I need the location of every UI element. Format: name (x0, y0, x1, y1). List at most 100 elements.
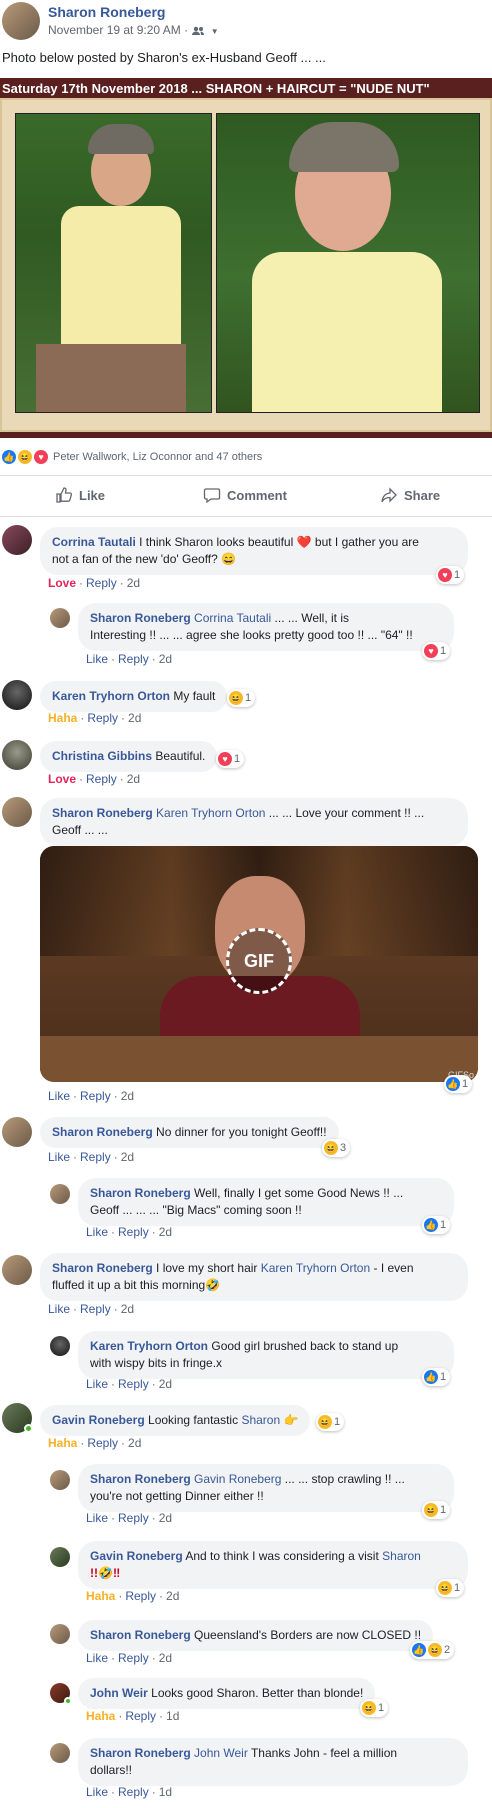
comment-time[interactable]: 2d (166, 1589, 179, 1603)
comment-time[interactable]: 2d (128, 1436, 141, 1450)
comment-author[interactable]: Sharon Roneberg (90, 1628, 191, 1642)
comment-author[interactable]: Karen Tryhorn Orton (52, 689, 170, 703)
reply-link[interactable]: Reply (80, 1089, 111, 1103)
comment-author[interactable]: John Weir (90, 1686, 148, 1700)
post-author[interactable]: Sharon Roneberg (48, 4, 165, 20)
like-link[interactable]: Like (86, 1225, 108, 1239)
like-link[interactable]: Like (48, 1150, 70, 1164)
comment-reaction-count[interactable]: ♥ 1 (422, 642, 451, 660)
like-link[interactable]: Like (86, 652, 108, 666)
reply-link[interactable]: Reply (118, 1225, 149, 1239)
comment-author[interactable]: Sharon Roneberg (90, 1186, 191, 1200)
comment-time[interactable]: 2d (159, 1511, 172, 1525)
comment-reaction-count[interactable]: 😆 1 (316, 1413, 345, 1431)
comment-reaction-count[interactable]: 😆 1 (436, 1579, 465, 1597)
comment-time[interactable]: 1d (166, 1709, 179, 1723)
haha-reaction-label[interactable]: Haha (48, 1436, 77, 1450)
reply-link[interactable]: Reply (125, 1589, 156, 1603)
comment-time[interactable]: 2d (159, 652, 172, 666)
comment-author[interactable]: Sharon Roneberg (90, 611, 191, 625)
comment-author[interactable]: Sharon Roneberg (52, 1261, 153, 1275)
like-link[interactable]: Like (48, 1302, 70, 1316)
comment-author[interactable]: Christina Gibbins (52, 749, 152, 763)
comment-reaction-count[interactable]: 👍 1 (444, 1075, 473, 1093)
comment-reaction-count[interactable]: 👍 😆 2 (410, 1641, 455, 1659)
comment-time[interactable]: 2d (127, 772, 140, 786)
share-button[interactable]: Share (380, 486, 440, 504)
avatar[interactable] (50, 1336, 70, 1356)
comment-time[interactable]: 2d (121, 1302, 134, 1316)
comment-reaction-count[interactable]: 😆 1 (227, 689, 256, 707)
mention-link[interactable]: Gavin Roneberg (194, 1472, 281, 1486)
avatar[interactable] (2, 2, 40, 40)
avatar[interactable] (2, 680, 32, 710)
comment-time[interactable]: 2d (121, 1089, 134, 1103)
mention-link[interactable]: Sharon (382, 1549, 421, 1563)
reactions-summary-text[interactable]: Peter Wallwork, Liz Oconnor and 47 other… (53, 451, 262, 463)
avatar[interactable] (2, 1117, 32, 1147)
avatar[interactable] (2, 1255, 32, 1285)
love-reaction-label[interactable]: Love (48, 576, 76, 590)
mention-link[interactable]: Karen Tryhorn Orton (261, 1261, 370, 1275)
haha-reaction-label[interactable]: Haha (86, 1709, 115, 1723)
avatar[interactable] (2, 740, 32, 770)
friends-icon[interactable] (191, 23, 210, 37)
reply-link[interactable]: Reply (86, 576, 117, 590)
reply-link[interactable]: Reply (80, 1302, 111, 1316)
comment-author[interactable]: Karen Tryhorn Orton (90, 1339, 208, 1353)
comment-reaction-count[interactable]: ♥ 1 (216, 750, 245, 768)
comment-time[interactable]: 2d (127, 576, 140, 590)
comment-author[interactable]: Corrina Tautali (52, 535, 136, 549)
reply-link[interactable]: Reply (118, 1377, 149, 1391)
chevron-down-icon[interactable]: ▼ (211, 27, 219, 36)
timestamp-text[interactable]: November 19 at 9:20 AM (48, 23, 181, 37)
comment-author[interactable]: Sharon Roneberg (90, 1472, 191, 1486)
reply-link[interactable]: Reply (86, 772, 117, 786)
like-button[interactable]: Like (55, 486, 105, 504)
love-reaction-label[interactable]: Love (48, 772, 76, 786)
haha-reaction-label[interactable]: Haha (86, 1589, 115, 1603)
mention-link[interactable]: Karen Tryhorn Orton (156, 806, 265, 820)
comment-reaction-count[interactable]: 👍 1 (422, 1216, 451, 1234)
comment-reaction-count[interactable]: 😆 1 (422, 1501, 451, 1519)
avatar[interactable] (50, 608, 70, 628)
gif-attachment[interactable]: GIF GIFSo (40, 846, 478, 1082)
avatar[interactable] (50, 1184, 70, 1204)
comment-author[interactable]: Sharon Roneberg (90, 1746, 191, 1760)
reply-link[interactable]: Reply (87, 1436, 118, 1450)
avatar[interactable] (50, 1743, 70, 1763)
avatar[interactable] (50, 1470, 70, 1490)
reply-link[interactable]: Reply (118, 1785, 149, 1799)
gif-badge[interactable]: GIF (226, 928, 292, 994)
post-image[interactable]: Saturday 17th November 2018 ... SHARON +… (0, 78, 492, 438)
comment-reaction-count[interactable]: 😆 1 (360, 1699, 389, 1717)
like-link[interactable]: Like (86, 1785, 108, 1799)
reply-link[interactable]: Reply (118, 652, 149, 666)
mention-link[interactable]: John Weir (194, 1746, 248, 1760)
like-link[interactable]: Like (86, 1651, 108, 1665)
comment-time[interactable]: 2d (159, 1225, 172, 1239)
comment-time[interactable]: 2d (128, 711, 141, 725)
like-link[interactable]: Like (86, 1377, 108, 1391)
comment-button[interactable]: Comment (203, 486, 287, 504)
like-link[interactable]: Like (86, 1511, 108, 1525)
comment-time[interactable]: 2d (159, 1651, 172, 1665)
comment-author[interactable]: Gavin Roneberg (90, 1549, 183, 1563)
reply-link[interactable]: Reply (118, 1511, 149, 1525)
comment-time[interactable]: 1d (159, 1785, 172, 1799)
reply-link[interactable]: Reply (125, 1709, 156, 1723)
post-timestamp[interactable]: November 19 at 9:20 AM · ▼ (48, 23, 219, 37)
comment-reaction-count[interactable]: 👍 1 (422, 1368, 451, 1386)
comment-reaction-count[interactable]: ♥ 1 (436, 566, 465, 584)
avatar[interactable] (50, 1547, 70, 1567)
avatar[interactable] (2, 797, 32, 827)
reply-link[interactable]: Reply (87, 711, 118, 725)
comment-author[interactable]: Sharon Roneberg (52, 1125, 153, 1139)
comment-author[interactable]: Sharon Roneberg (52, 806, 153, 820)
comment-author[interactable]: Gavin Roneberg (52, 1413, 145, 1427)
like-link[interactable]: Like (48, 1089, 70, 1103)
comment-time[interactable]: 2d (159, 1377, 172, 1391)
reply-link[interactable]: Reply (80, 1150, 111, 1164)
mention-link[interactable]: Corrina Tautali (194, 611, 271, 625)
haha-reaction-label[interactable]: Haha (48, 711, 77, 725)
